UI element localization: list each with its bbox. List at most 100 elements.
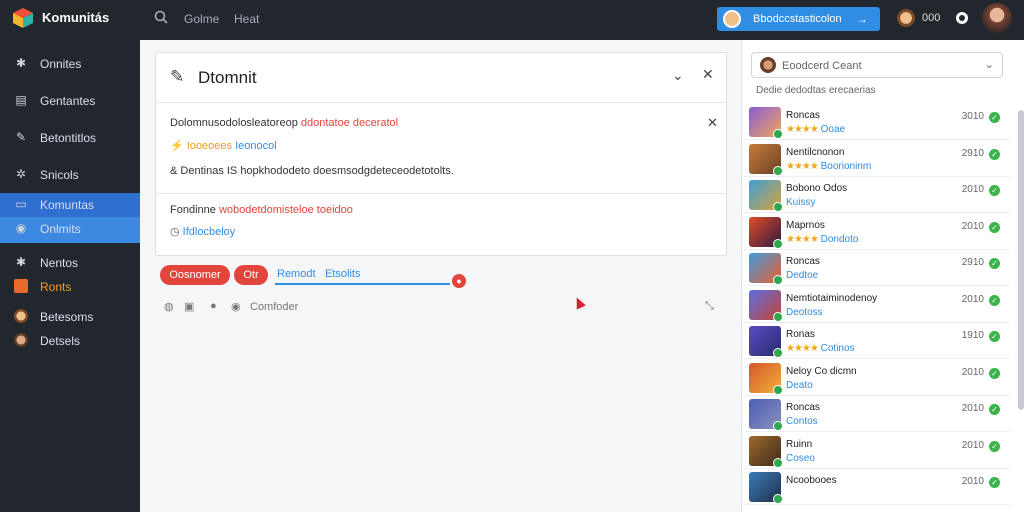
verified-icon [773,311,783,322]
chevron-down-icon: ⌄ [984,59,994,71]
check-icon: ✓ [989,148,1000,160]
tab-etsolits[interactable]: Etsolits [325,268,360,280]
game-thumbnail [749,180,783,212]
toolbar-row: ◍ ▣ ● ◉ Comfoder ⤡ [164,300,724,316]
list-item[interactable]: Ruinn Coseo 2010 ✓ [742,433,1010,469]
cog-icon: ✲ [15,167,27,181]
circle-icon[interactable]: ◍ [164,300,174,313]
sidebar-item-detsels[interactable]: Detsels [0,329,140,353]
item-name: Nentilcnonon [786,146,845,158]
game-thumbnail [749,362,783,395]
sidebar-item-label: Betesoms [40,310,94,324]
image-icon[interactable]: ▣ [184,300,194,313]
sidebar-item-betesoms[interactable]: Betesoms [0,305,140,329]
list-item[interactable]: Neloy Co dicmn Deato 2010 ✓ [742,360,1010,396]
clock-icon: ◷ [170,226,180,238]
sidebar-item-onlmits[interactable]: ◉ Onlmits [0,217,140,243]
sidebar-item-label: Snicols [40,168,79,182]
check-icon: ✓ [989,294,1000,306]
primary-pill-button[interactable]: Oosnomer [160,265,230,285]
item-name: Ncoobooes [786,475,837,486]
item-count: 2910 [961,257,984,268]
sidebar-item-gentantes[interactable]: ▤ Gentantes [0,89,140,113]
game-thumbnail [749,253,783,285]
item-tag: Contos [786,416,818,427]
game-thumbnail [749,143,783,176]
row-link[interactable]: Ifdlocbeloy [183,226,236,238]
scrollbar[interactable] [1018,110,1024,410]
list-item[interactable]: Nemtiotaiminodenoy Deotoss 2010 ✓ [742,287,1010,323]
nav-link-home[interactable]: Golme [184,12,219,26]
sidebar: ✱ Onnites ▤ Gentantes ✎ Betontitlos ✲ Sn… [0,40,140,512]
close-icon[interactable]: ✕ [707,115,718,131]
item-meta: Coseo [786,453,815,464]
arrow-right-icon: → [856,12,868,26]
list-item[interactable]: Bobono Odos Kuissy 2010 ✓ [742,177,1010,213]
card-row-3: & Dentinas IS hopkhododeto doesmsodgdete… [170,165,454,177]
sidebar-item-komuntas[interactable]: ▭ Komuntas [0,193,140,217]
top-bar: Komunitás Golme Heat Bbodccstasticolon →… [0,0,1024,40]
sidebar-item-onnites[interactable]: ✱ Onnites [0,52,140,76]
panel-subtitle: Dedie dedodtas erecaerias [756,85,876,96]
secondary-pill-button[interactable]: Otr [234,265,268,285]
user-count: 000 [922,12,941,24]
sidebar-item-betontitlos[interactable]: ✎ Betontitlos [0,126,140,150]
item-meta: ★★★★ Boorioninm [786,161,871,172]
nav-link-heat[interactable]: Heat [234,12,259,26]
notification-icon[interactable] [953,9,971,27]
check-icon: ✓ [989,440,1000,452]
card-row-1: Dolomnusodolosleatoreop ddontatoe decera… [170,117,398,129]
list-item[interactable]: Roncas Contos 2010 ✓ [742,396,1010,432]
profile-avatar[interactable] [982,3,1012,33]
sidebar-item-label: Komuntas [40,198,95,212]
pin-icon[interactable]: ● [210,300,217,312]
item-tag: Cotinos [820,343,855,354]
item-meta: Deato [786,380,813,391]
item-count: 2910 [961,147,984,159]
item-tag: Dedtoe [786,270,819,281]
action-bar: Oosnomer Otr Remodt Etsolits ● [160,265,730,289]
item-meta: Contos [786,416,818,427]
verified-icon [773,384,783,395]
list-item[interactable]: Roncas ★★★★ Ooae 3010 ✓ [742,104,1010,140]
check-icon: ✓ [989,185,1000,196]
tab-remodt[interactable]: Remodt [277,268,316,280]
list-item[interactable]: Roncas Dedtoe 2910 ✓ [742,250,1010,286]
close-icon[interactable]: ✕ [702,66,714,83]
sidebar-item-label: Nentos [40,256,79,270]
settings-icon: ✱ [15,255,27,269]
verified-icon [773,238,783,249]
item-tag: Deotoss [786,306,823,318]
check-icon: ✓ [989,367,1000,379]
chat-icon: ◉ [15,221,27,235]
list-item[interactable]: Maprnos ★★★★ Dondoto 2010 ✓ [742,214,1010,250]
sidebar-item-nentos[interactable]: ✱ Nentos [0,251,140,275]
avatar-icon [14,333,28,347]
filter-dropdown[interactable]: Eoodcerd Ceant ⌄ [751,52,1003,78]
sidebar-item-snicols[interactable]: ✲ Snicols [0,163,140,187]
bolt-icon: ⚡ [170,140,184,152]
user-icon[interactable]: ◉ [231,300,241,313]
item-count: 2010 [961,403,984,414]
item-name: Ronas [786,329,815,340]
search-icon[interactable] [154,10,168,24]
verified-icon [773,165,783,176]
list-item[interactable]: Nentilcnonon ★★★★ Boorioninm 2910 ✓ [742,141,1010,177]
chevron-down-icon[interactable]: ⌄ [672,67,684,84]
notification-badge-icon[interactable]: ● [452,274,466,288]
sidebar-item-ronts[interactable]: Ronts [0,275,140,299]
card-row-2: ⚡ Iooeoees Ieonocol [170,139,277,152]
row-text: Dolomnusodolosleatoreop [170,117,298,129]
user-avatar[interactable] [897,9,915,27]
list-item[interactable]: Ncoobooes 2010 ✓ [742,469,1010,505]
row-link[interactable]: Ieonocol [235,140,277,152]
list-item[interactable]: Ronas ★★★★ Cotinos 1910 ✓ [742,323,1010,359]
primary-action-button[interactable]: Bbodccstasticolon → [717,7,880,31]
card-title: Dtomnit [198,68,257,87]
game-thumbnail [749,399,783,431]
avatar [723,10,741,28]
item-name: Nemtiotaiminodenoy [786,292,878,304]
expand-icon[interactable]: ⤡ [705,300,714,313]
item-meta: ★★★★ Ooae [786,124,845,135]
card-header: ✎ Dtomnit ⌄ ✕ [156,53,726,103]
